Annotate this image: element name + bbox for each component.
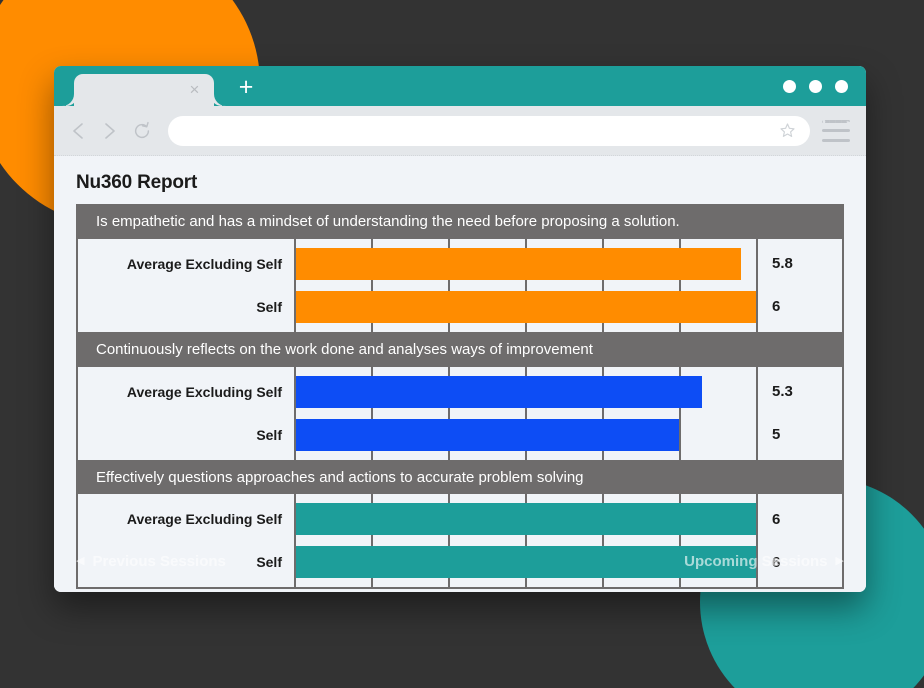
row-label: Self [256, 298, 282, 315]
browser-tab[interactable]: × [62, 74, 226, 106]
page-title: Nu360 Report [76, 172, 198, 193]
value-cell: 5.8 [772, 255, 793, 273]
forward-button[interactable] [94, 115, 126, 147]
arrow-right-icon: ▶ [835, 555, 844, 567]
browser-toolbar [54, 106, 866, 156]
arrow-right-icon [105, 122, 115, 139]
tab-curve-right [214, 94, 226, 106]
value-cell: 5 [772, 426, 781, 443]
row-label: Self [256, 426, 282, 443]
bar-row [296, 375, 756, 408]
section-header: Is empathetic and has a mindset of under… [78, 206, 842, 239]
close-icon[interactable]: × [187, 81, 202, 98]
value-column: 5.8 6 [756, 238, 842, 332]
section-body: Average Excluding Self Self 6 6 [78, 494, 842, 588]
menu-line [822, 129, 850, 132]
bar [296, 375, 703, 408]
tab-curve-left [62, 94, 74, 106]
value-column: 66 [756, 494, 842, 588]
bar-plot-area [296, 366, 756, 460]
value-cell: 6 [772, 510, 781, 528]
bar-plot-area [296, 238, 756, 332]
menu-line [822, 138, 850, 142]
section-header: Effectively questions approaches and act… [78, 461, 842, 495]
upcoming-sessions-link[interactable]: Upcoming Sessions ▶ [684, 553, 844, 570]
row-label-column: Average Excluding Self Self [78, 494, 296, 588]
browser-tab-strip: × + [54, 66, 866, 106]
bar [296, 290, 756, 323]
window-dot-icon[interactable] [783, 80, 796, 93]
bar-row [296, 418, 756, 451]
reload-icon [134, 121, 150, 138]
section-body: Average Excluding Self Self 5.8 6 [78, 238, 842, 334]
address-bar[interactable] [168, 115, 810, 146]
window-dot-icon[interactable] [809, 80, 822, 93]
value-cell: 6 [772, 298, 781, 316]
report-table: Is empathetic and has a mindset of under… [76, 204, 844, 590]
hamburger-menu-icon[interactable] [822, 119, 850, 142]
row-label: Average Excluding Self [126, 383, 282, 400]
section-body: Average Excluding Self Self 5.3 5 [78, 366, 842, 462]
section-header: Continuously reflects on the work done a… [78, 333, 842, 367]
value-column: 5.3 5 [756, 366, 842, 460]
previous-sessions-link[interactable]: ◀ Previous Sessions [76, 553, 226, 570]
bar [296, 418, 680, 451]
bookmark-star-icon [780, 123, 795, 137]
upcoming-sessions-label: Upcoming Sessions [684, 553, 828, 570]
row-label: Average Excluding Self [126, 255, 282, 272]
window-controls [783, 80, 848, 93]
value-cell: 5.3 [772, 383, 793, 400]
row-label-column: Average Excluding Self Self [78, 366, 296, 460]
back-button[interactable] [62, 115, 94, 147]
bar-plot-area [296, 494, 756, 588]
browser-window: × + Nu360 Report Is empathetic and has a… [54, 66, 866, 592]
window-dot-icon[interactable] [835, 80, 848, 93]
row-label: Average Excluding Self [126, 511, 282, 528]
bar [296, 503, 756, 536]
previous-sessions-label: Previous Sessions [92, 553, 226, 570]
bar-row [296, 503, 756, 536]
bar-row [296, 247, 756, 280]
new-tab-button[interactable]: + [235, 75, 257, 100]
arrow-left-icon: ◀ [76, 555, 85, 567]
page-content: Nu360 Report Is empathetic and has a min… [54, 156, 866, 592]
arrow-left-icon [73, 122, 83, 139]
bar [296, 247, 741, 280]
menu-line-dotted [822, 119, 850, 123]
row-label-column: Average Excluding Self Self [78, 238, 296, 332]
bar-row [296, 290, 756, 323]
reload-button[interactable] [126, 115, 158, 147]
